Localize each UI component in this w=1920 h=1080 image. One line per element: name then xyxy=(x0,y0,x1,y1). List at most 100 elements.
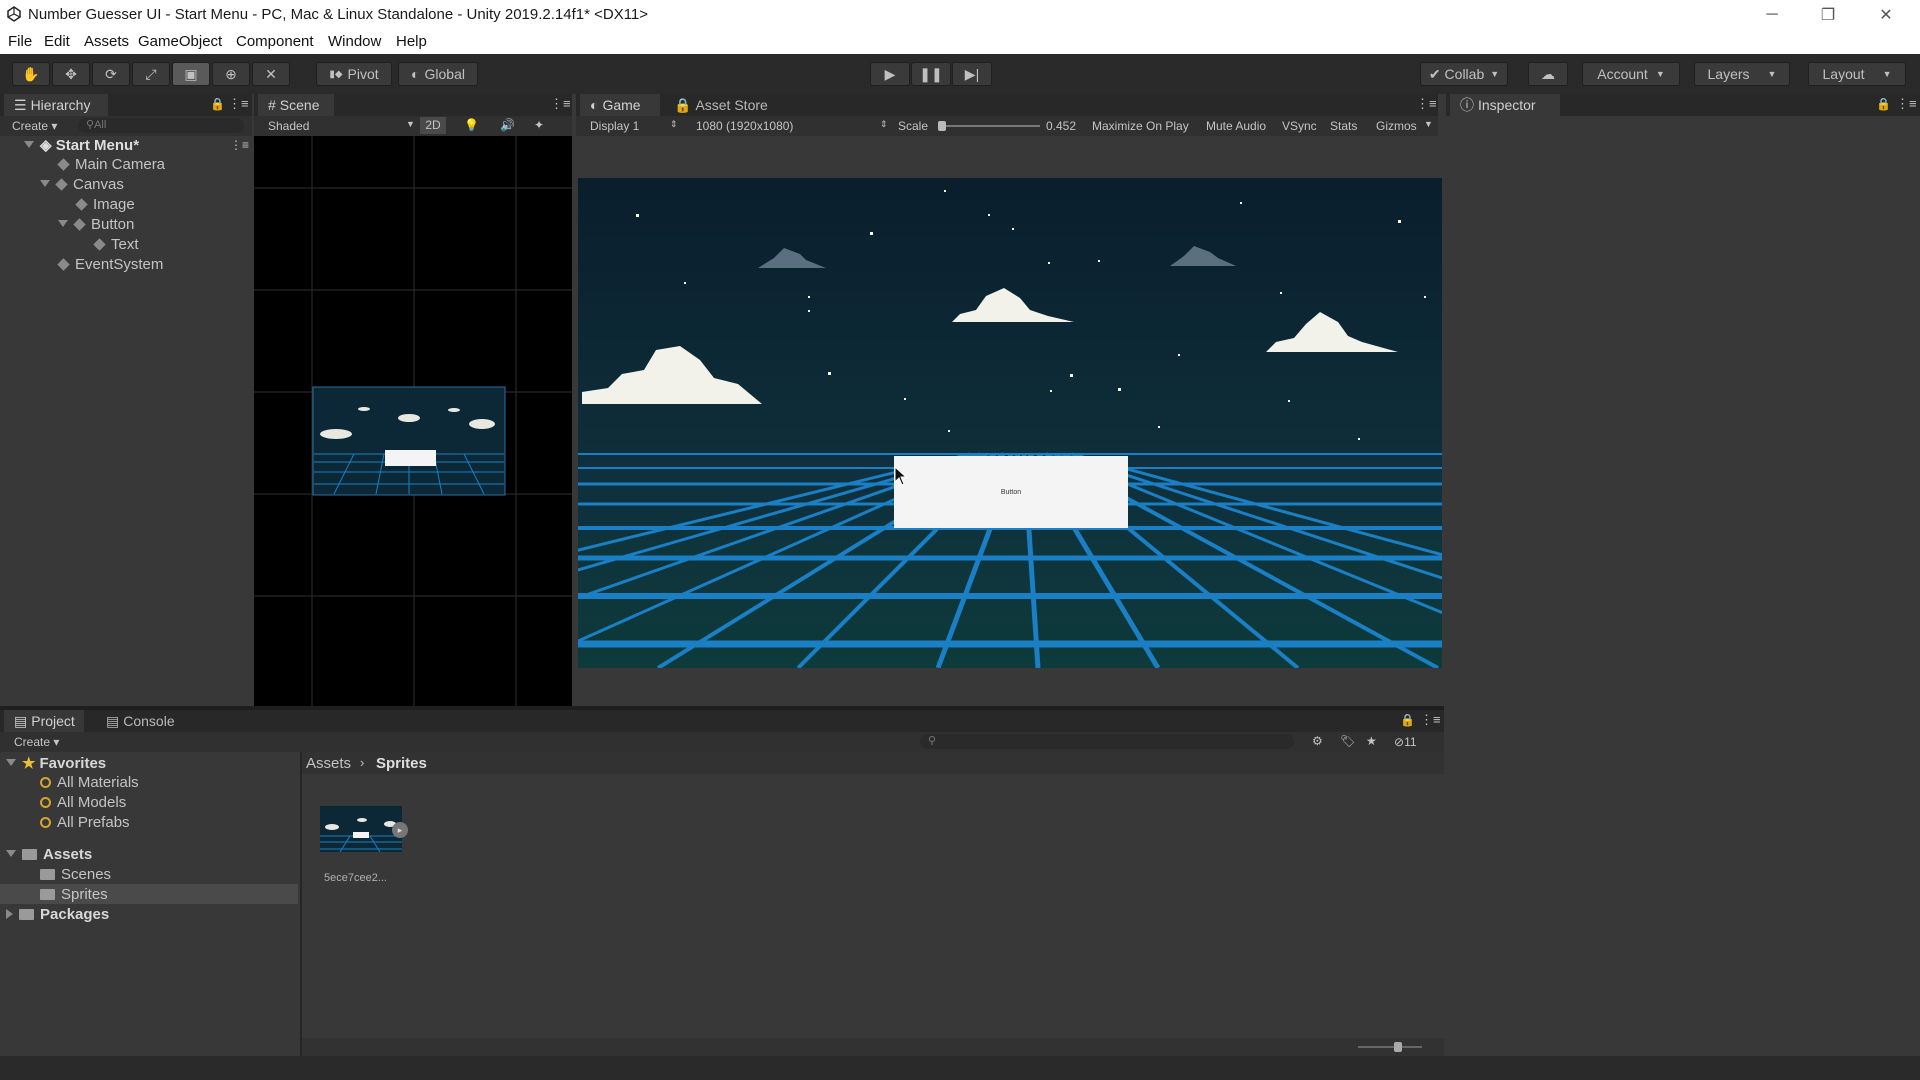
tab-scene[interactable]: # Scene xyxy=(258,94,334,116)
layout-dropdown[interactable]: Layout ▼ xyxy=(1808,62,1906,86)
icon-size-slider-handle[interactable] xyxy=(1394,1042,1402,1052)
panel-menu-icon[interactable]: ⋮≡ xyxy=(1420,712,1441,728)
gizmos-dropdown[interactable]: Gizmos xyxy=(1376,119,1417,133)
hand-tool-icon[interactable]: ✋ xyxy=(12,62,50,86)
menu-edit[interactable]: Edit xyxy=(44,33,70,50)
display-dropdown[interactable]: Display 1 xyxy=(590,119,639,133)
filter-label-icon[interactable]: 🏷 xyxy=(1340,734,1355,748)
game-viewport[interactable]: Button xyxy=(578,178,1442,668)
resolution-dropdown[interactable]: 1080 (1920x1080) xyxy=(696,119,793,133)
dropdown-icon: ▼ xyxy=(1490,69,1500,79)
favorite-item-all-materials[interactable]: All Materials xyxy=(40,774,139,791)
menu-gameobject[interactable]: GameObject xyxy=(138,33,222,50)
expand-arrow-icon[interactable] xyxy=(24,141,34,148)
hidden-packages-toggle[interactable]: ⊘11 xyxy=(1394,735,1417,749)
menu-window[interactable]: Window xyxy=(328,33,381,50)
expand-arrow-icon[interactable] xyxy=(58,220,68,227)
stats-toggle[interactable]: Stats xyxy=(1330,119,1357,133)
lock-icon[interactable]: 🔒 xyxy=(1400,713,1415,727)
menu-help[interactable]: Help xyxy=(396,33,427,50)
panel-menu-icon[interactable]: ⋮≡ xyxy=(1416,96,1437,112)
tab-inspector[interactable]: ⓘ Inspector xyxy=(1450,94,1560,116)
expand-arrow-icon[interactable] xyxy=(6,759,16,766)
hierarchy-item-image[interactable]: Image xyxy=(75,196,135,213)
expand-sprite-icon[interactable]: ▸ xyxy=(392,822,408,838)
hierarchy-item-text[interactable]: Text xyxy=(93,236,139,253)
custom-tool-icon[interactable]: ✕ xyxy=(252,62,290,86)
asset-tile[interactable]: ▸ 5ece7cee2... xyxy=(320,806,408,896)
assets-node[interactable]: Assets xyxy=(6,846,92,863)
close-button[interactable]: ✕ xyxy=(1858,0,1914,30)
global-button[interactable]: ◐ Global xyxy=(398,62,478,86)
tab-hierarchy[interactable]: ☰ Hierarchy xyxy=(4,94,108,116)
vsync-toggle[interactable]: VSync xyxy=(1282,119,1317,133)
breadcrumb: Assets › Sprites xyxy=(302,752,1444,774)
menu-file[interactable]: File xyxy=(8,33,32,50)
panel-menu-icon[interactable]: ⋮≡ xyxy=(228,96,249,112)
layers-dropdown[interactable]: Layers ▼ xyxy=(1694,62,1790,86)
unity-scene-icon: ◈ xyxy=(40,137,56,154)
favorites-node[interactable]: ★ Favorites xyxy=(6,754,106,772)
shading-dropdown[interactable]: Shaded xyxy=(268,119,309,133)
effects-icon[interactable]: ✦ xyxy=(534,118,544,132)
hierarchy-item-button[interactable]: Button xyxy=(58,216,134,233)
favorite-item-all-models[interactable]: All Models xyxy=(40,794,126,811)
start-button[interactable]: Button xyxy=(894,456,1128,528)
expand-arrow-icon[interactable] xyxy=(6,850,16,857)
folder-item-scenes[interactable]: Scenes xyxy=(40,866,111,883)
collapse-arrow-icon[interactable] xyxy=(6,909,13,919)
tree-divider[interactable] xyxy=(300,752,302,1056)
scene-canvas[interactable] xyxy=(254,136,572,706)
hierarchy-item-main-camera[interactable]: Main Camera xyxy=(57,156,165,173)
scene-menu-icon[interactable]: ⋮≡ xyxy=(230,138,249,152)
panel-menu-icon[interactable]: ⋮≡ xyxy=(1896,96,1917,112)
breadcrumb-assets[interactable]: Assets xyxy=(306,755,351,772)
collab-button[interactable]: ✔ Collab ▼ xyxy=(1420,62,1508,86)
cloud-button[interactable]: ☁ xyxy=(1528,62,1568,86)
breadcrumb-sprites[interactable]: Sprites xyxy=(376,755,427,772)
hierarchy-create-button[interactable]: Create ▾ xyxy=(12,119,57,133)
move-tool-icon[interactable]: ✥ xyxy=(52,62,90,86)
lock-icon[interactable]: 🔒 xyxy=(1876,97,1891,111)
panel-menu-icon[interactable]: ⋮≡ xyxy=(550,96,571,112)
menu-component[interactable]: Component xyxy=(236,33,314,50)
icon-size-slider[interactable] xyxy=(1358,1042,1422,1052)
scale-tool-icon[interactable]: ⤢ xyxy=(132,62,170,86)
folder-item-sprites[interactable]: Sprites xyxy=(40,886,108,903)
minimize-button[interactable]: ─ xyxy=(1744,0,1800,30)
project-search-input[interactable]: ⚲ xyxy=(920,734,1294,749)
pause-button[interactable]: ❚❚ xyxy=(911,62,951,86)
tab-asset-store[interactable]: 🔒 Asset Store xyxy=(664,94,784,116)
step-button[interactable]: ▶| xyxy=(952,62,992,86)
tab-console[interactable]: ▤ Console xyxy=(96,710,190,732)
tab-game[interactable]: ◐ Game xyxy=(580,94,660,116)
pivot-button[interactable]: ▮◆ Pivot xyxy=(316,62,392,86)
maximize-toggle[interactable]: Maximize On Play xyxy=(1092,119,1189,133)
favorite-item-all-prefabs[interactable]: All Prefabs xyxy=(40,814,130,831)
favorite-star-icon[interactable]: ★ xyxy=(1366,734,1377,748)
lock-icon[interactable]: 🔒 xyxy=(210,97,225,111)
account-dropdown[interactable]: Account ▼ xyxy=(1582,62,1680,86)
filter-type-icon[interactable]: ⚙ xyxy=(1312,734,1323,748)
play-button[interactable]: ▶ xyxy=(870,62,910,86)
expand-arrow-icon[interactable] xyxy=(40,180,50,187)
tab-project[interactable]: ▤ Project xyxy=(4,710,84,732)
packages-node[interactable]: Packages xyxy=(6,906,109,923)
transform-tool-icon[interactable]: ⊕ xyxy=(212,62,250,86)
mode-2d-toggle[interactable]: 2D xyxy=(420,117,446,134)
audio-icon[interactable]: 🔊 xyxy=(500,118,515,132)
rect-tool-icon[interactable]: ▣ xyxy=(172,62,210,86)
mute-toggle[interactable]: Mute Audio xyxy=(1206,119,1266,133)
hierarchy-item-canvas[interactable]: Canvas xyxy=(40,176,124,193)
restore-button[interactable]: ❐ xyxy=(1800,0,1856,30)
scale-slider[interactable] xyxy=(938,121,1040,131)
scale-slider-handle[interactable] xyxy=(938,121,946,131)
lighting-icon[interactable]: 💡 xyxy=(464,118,479,132)
rotate-tool-icon[interactable]: ⟳ xyxy=(92,62,130,86)
scene-root[interactable]: ◈ Start Menu* xyxy=(24,136,139,154)
project-create-button[interactable]: Create ▾ xyxy=(14,735,59,749)
hierarchy-search-input[interactable]: ⚲All xyxy=(78,118,244,133)
hierarchy-item-eventsystem[interactable]: EventSystem xyxy=(57,256,163,273)
assets-label: Assets xyxy=(43,846,93,863)
menu-assets[interactable]: Assets xyxy=(84,33,129,50)
